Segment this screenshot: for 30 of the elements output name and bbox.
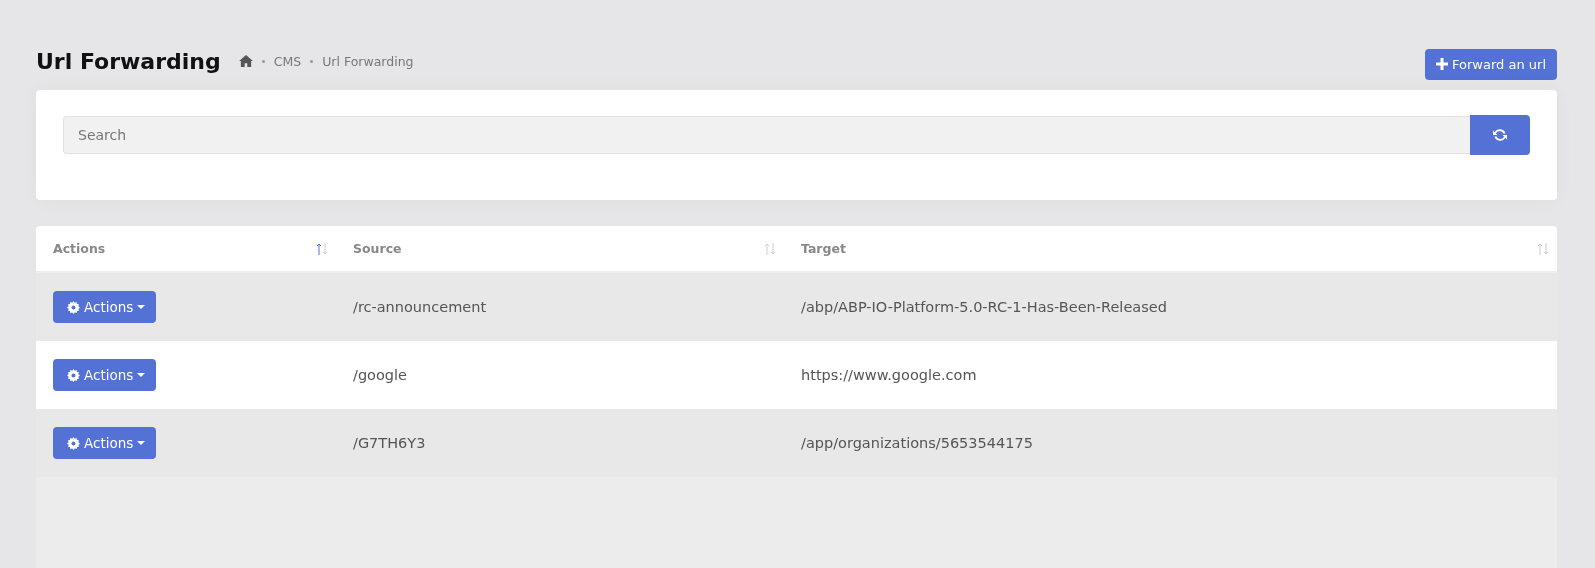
gear-icon [67,368,80,382]
actions-button[interactable]: Actions [53,427,157,459]
table-cell-text: /G7TH6Y3 [352,435,427,451]
column-header[interactable]: Target [801,241,846,256]
gear-icon [67,300,80,314]
sort-icon[interactable] [764,241,776,256]
refresh-icon [1492,127,1508,143]
column-header[interactable]: Source [353,241,402,256]
breadcrumb-item[interactable]: Url Forwarding [322,53,414,69]
actions-button[interactable]: Actions [53,359,157,391]
plus-icon [1436,58,1449,70]
refresh-button[interactable] [1470,115,1530,155]
caret-icon [137,441,146,445]
home-icon[interactable] [238,55,253,67]
table-cell-text: /abp/ABP-IO-Platform-5.0-RC-1-Has-Been-Released [800,299,1168,315]
table-cell-text: /rc-announcement [352,299,488,315]
table-cell-text: https://www.google.com [800,367,978,383]
search-field[interactable]: Search [63,116,1470,154]
caret-icon [137,305,146,309]
breadcrumb-item[interactable]: CMS [273,53,302,69]
actions-button[interactable]: Actions [53,291,157,323]
sort-icon[interactable] [1537,241,1549,256]
table-cell-text: /app/organizations/5653544175 [800,435,1034,451]
forward-url-button[interactable]: Forward an url [1425,48,1557,80]
gear-icon [67,436,80,450]
page-title: Url Forwarding [36,48,221,74]
table-cell-text: /google [352,367,408,383]
column-header[interactable]: Actions [53,241,106,256]
caret-icon [137,373,146,377]
sort-icon[interactable] [316,241,328,256]
